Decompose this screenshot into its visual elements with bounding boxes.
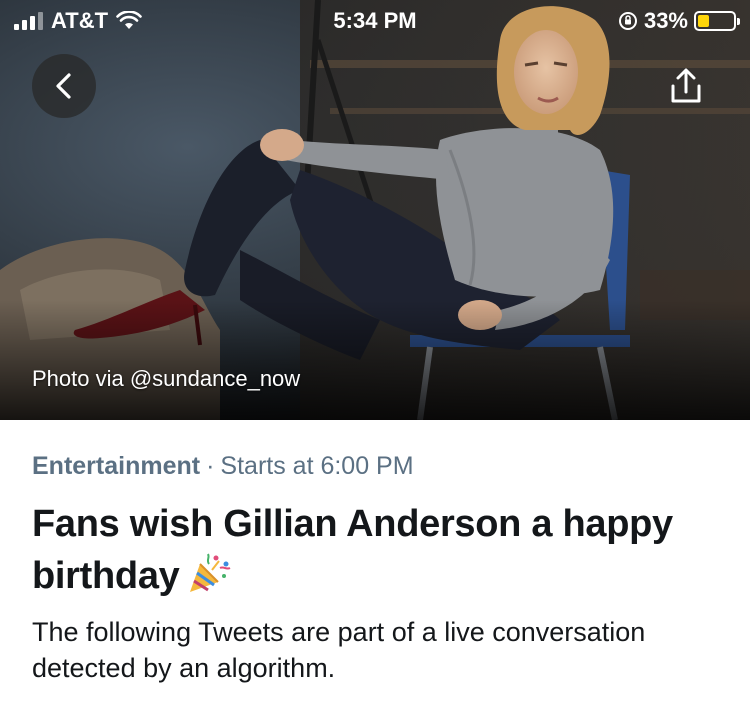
meta-separator: · xyxy=(206,452,215,480)
status-right: 33% xyxy=(618,8,740,34)
orientation-lock-icon xyxy=(618,12,637,30)
battery-percent: 33% xyxy=(643,8,688,33)
battery-level xyxy=(698,15,710,27)
hero-photo: AT&T 5:34 PM 33% Photo via @sundance_now xyxy=(0,0,750,420)
back-button[interactable] xyxy=(32,54,96,118)
status-bar: AT&T 5:34 PM 33% xyxy=(0,0,750,40)
event-description: The following Tweets are part of a live … xyxy=(32,617,646,683)
party-popper-icon xyxy=(189,553,230,592)
photo-credit: Photo via @sundance_now xyxy=(32,366,301,391)
event-meta: Entertainment · Starts at 6:00 PM xyxy=(32,450,722,482)
event-headline: Fans wish Gillian Anderson a happy birth… xyxy=(32,498,722,602)
event-category[interactable]: Entertainment xyxy=(32,452,200,480)
share-icon xyxy=(671,68,701,103)
chevron-left-icon xyxy=(56,73,71,99)
hero-image xyxy=(0,0,750,420)
event-start-time: Starts at 6:00 PM xyxy=(220,452,414,480)
event-details: Entertainment · Starts at 6:00 PM Fans wis… xyxy=(32,450,722,686)
battery-icon xyxy=(694,11,740,31)
share-button[interactable] xyxy=(662,62,710,110)
headline-text: Fans wish Gillian Anderson a happy birth… xyxy=(32,503,673,597)
